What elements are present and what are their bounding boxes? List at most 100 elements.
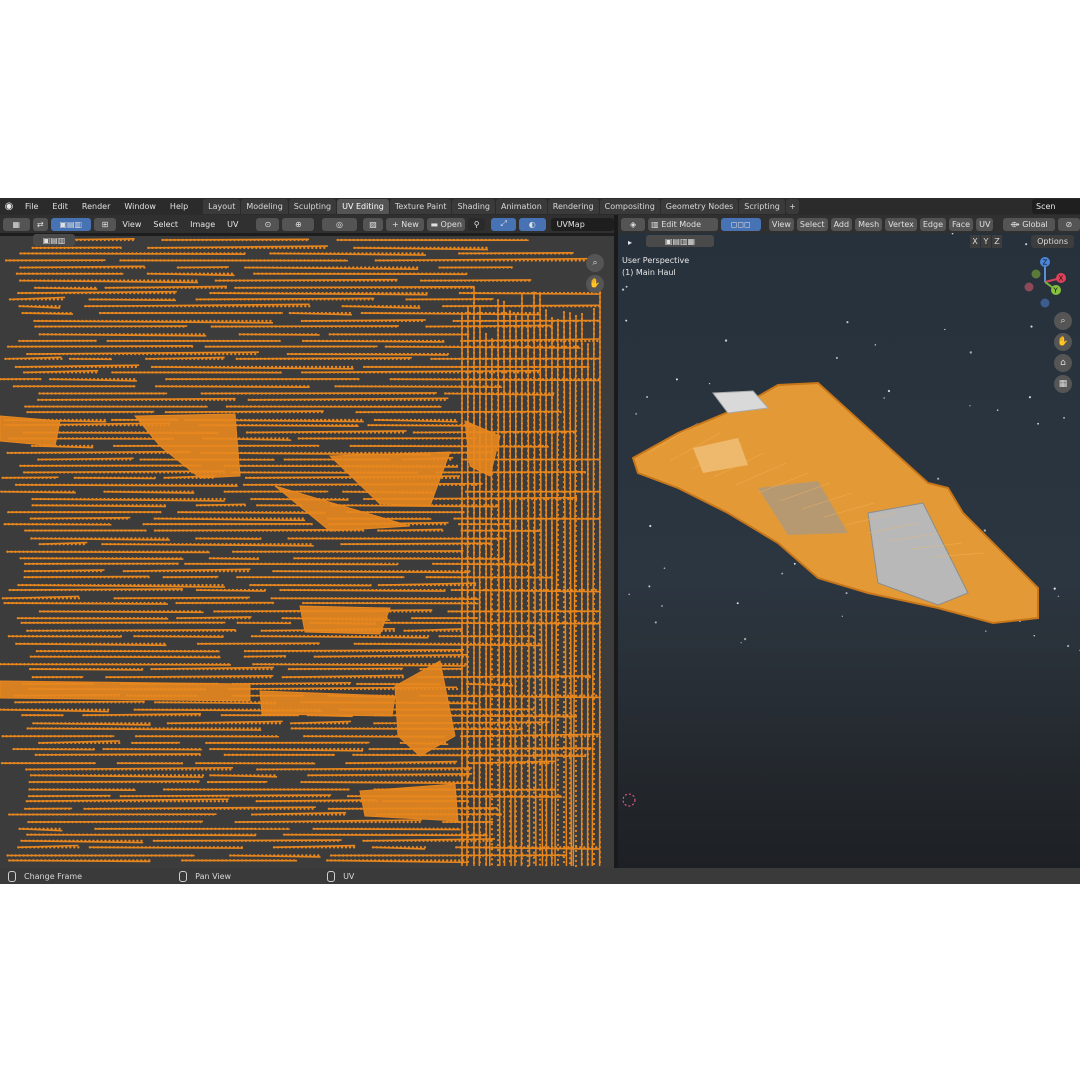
uv-island: [24, 562, 179, 566]
pivot-point-icon[interactable]: ⊘: [1057, 217, 1080, 231]
uv-island: [6, 345, 194, 348]
axis-x-toggle[interactable]: X: [970, 235, 980, 248]
gizmo-neg-x-dot[interactable]: [1024, 282, 1034, 292]
uv-menu-uv[interactable]: UV: [221, 220, 244, 229]
workspace-tab-uv-editing[interactable]: UV Editing: [337, 199, 389, 214]
uv-island-vertical: [532, 291, 537, 867]
axis-z-toggle[interactable]: Z: [992, 235, 1002, 248]
perspective-toggle-icon[interactable]: ▦: [1054, 375, 1072, 393]
pan-hand-icon[interactable]: ✋: [586, 275, 604, 293]
mode-selector[interactable]: ▥ Edit Mode: [648, 217, 718, 231]
image-browse-icon[interactable]: ▨: [362, 217, 384, 231]
vp-menu-vertex[interactable]: Vertex: [885, 217, 917, 231]
3d-cursor[interactable]: [622, 793, 636, 807]
workspace-tab-texture-paint[interactable]: Texture Paint: [389, 199, 452, 214]
vp-menu-view[interactable]: View: [768, 217, 794, 231]
vp-menu-face[interactable]: Face: [949, 217, 974, 231]
star: [661, 605, 663, 607]
workspace-tab-geometry-nodes[interactable]: Geometry Nodes: [660, 199, 739, 214]
star: [740, 642, 742, 644]
uv-island: [289, 720, 352, 725]
uv-island: [28, 780, 200, 784]
select-mode-icons[interactable]: ▣▤▥: [50, 217, 91, 231]
workspace-tab-animation[interactable]: Animation: [495, 199, 547, 214]
add-workspace-button[interactable]: +: [785, 199, 799, 214]
uv-island: [286, 352, 450, 356]
proportional-edit-icon[interactable]: ◎: [322, 217, 357, 231]
uv-island: [250, 635, 430, 639]
menu-help[interactable]: Help: [163, 198, 195, 215]
overlay-icon[interactable]: ◐: [519, 217, 546, 231]
uv-island: [255, 799, 378, 803]
uv-island: [154, 385, 310, 389]
select-box-icon[interactable]: ▸: [628, 238, 632, 247]
menu-file[interactable]: File: [18, 198, 45, 215]
menu-window[interactable]: Window: [117, 198, 163, 215]
pin-icon[interactable]: ⚲: [468, 217, 486, 231]
uv-island: [345, 760, 458, 765]
uv-sync-icon[interactable]: ⤢: [491, 217, 516, 231]
uv-island: [269, 252, 426, 256]
menu-edit[interactable]: Edit: [45, 198, 75, 215]
workspace-tab-rendering[interactable]: Rendering: [547, 199, 599, 214]
workspace-tab-layout[interactable]: Layout: [203, 199, 241, 214]
viewport-pan-icon[interactable]: ✋: [1054, 333, 1072, 351]
gizmo-neg-z-dot[interactable]: [1040, 298, 1050, 308]
transform-orientation[interactable]: ⟴ Global: [1003, 217, 1055, 231]
scene-selector[interactable]: Scen: [1032, 199, 1080, 214]
snap-icon[interactable]: ⊕: [282, 217, 315, 231]
viewport-scene: [621, 233, 1080, 807]
mouse-left-icon: [8, 870, 16, 882]
editor-type-icon[interactable]: ▦: [3, 217, 30, 231]
pivot-icon[interactable]: ⊙: [256, 217, 280, 231]
uv-island: [38, 740, 121, 745]
navigation-gizmo[interactable]: Z X Y: [1018, 254, 1076, 312]
blender-logo-icon[interactable]: ◉: [0, 198, 18, 215]
uv-menu-select[interactable]: Select: [147, 220, 184, 229]
viewport-zoom-icon[interactable]: ⌕: [1054, 312, 1072, 330]
uv-island: [12, 385, 136, 388]
workspace-tab-shading[interactable]: Shading: [452, 199, 495, 214]
viewport-select-tools-icon[interactable]: ▣▤▥▦: [646, 235, 714, 247]
uv-island: [23, 575, 150, 579]
vp-menu-uv[interactable]: UV: [976, 217, 994, 231]
uv-island: [4, 356, 63, 361]
vp-menu-select[interactable]: Select: [796, 217, 828, 231]
spaceship-mesh[interactable]: [631, 381, 1039, 625]
uv-island: [373, 418, 458, 423]
star: [846, 321, 849, 324]
uv-island: [25, 766, 234, 771]
star: [1037, 422, 1039, 425]
camera-view-icon[interactable]: ⌂: [1054, 354, 1072, 372]
vp-menu-mesh[interactable]: Mesh: [855, 217, 883, 231]
vp-menu-edge[interactable]: Edge: [919, 217, 946, 231]
open-image-button[interactable]: ▬ Open: [427, 217, 466, 231]
uv-map-field[interactable]: UVMap: [550, 217, 614, 231]
workspace-tab-sculpting[interactable]: Sculpting: [288, 199, 337, 214]
mesh-select-mode-icons[interactable]: ◻◻◻: [720, 217, 761, 231]
selection-tools-icon[interactable]: ▣▤▥: [33, 234, 75, 246]
3d-viewport[interactable]: [618, 233, 1080, 868]
sticky-select-icon[interactable]: ⊞: [93, 217, 117, 231]
options-button[interactable]: Options: [1031, 235, 1074, 248]
star: [793, 562, 796, 565]
workspace-tab-modeling[interactable]: Modeling: [241, 199, 288, 214]
axis-y-toggle[interactable]: Y: [981, 235, 991, 248]
uv-island: [200, 392, 437, 395]
uv-navigation: ⌕ ✋: [586, 254, 610, 298]
zoom-icon[interactable]: ⌕: [586, 254, 604, 272]
gizmo-neg-y-dot[interactable]: [1031, 269, 1041, 279]
workspace-tab-compositing[interactable]: Compositing: [599, 199, 660, 214]
uv-menu-image[interactable]: Image: [184, 220, 221, 229]
sync-selection-icon[interactable]: ⇄: [32, 217, 48, 231]
menu-render[interactable]: Render: [75, 198, 117, 215]
uv-island: [37, 457, 134, 461]
uv-island-vertical: [598, 291, 602, 867]
vp-menu-add[interactable]: Add: [830, 217, 853, 231]
uv-canvas[interactable]: [0, 236, 614, 868]
viewport-editor-type-icon[interactable]: ◈: [621, 217, 646, 231]
workspace-tab-scripting[interactable]: Scripting: [739, 199, 785, 214]
new-image-button[interactable]: + New: [386, 217, 425, 231]
uv-menu-view[interactable]: View: [116, 220, 147, 229]
star: [996, 409, 999, 411]
